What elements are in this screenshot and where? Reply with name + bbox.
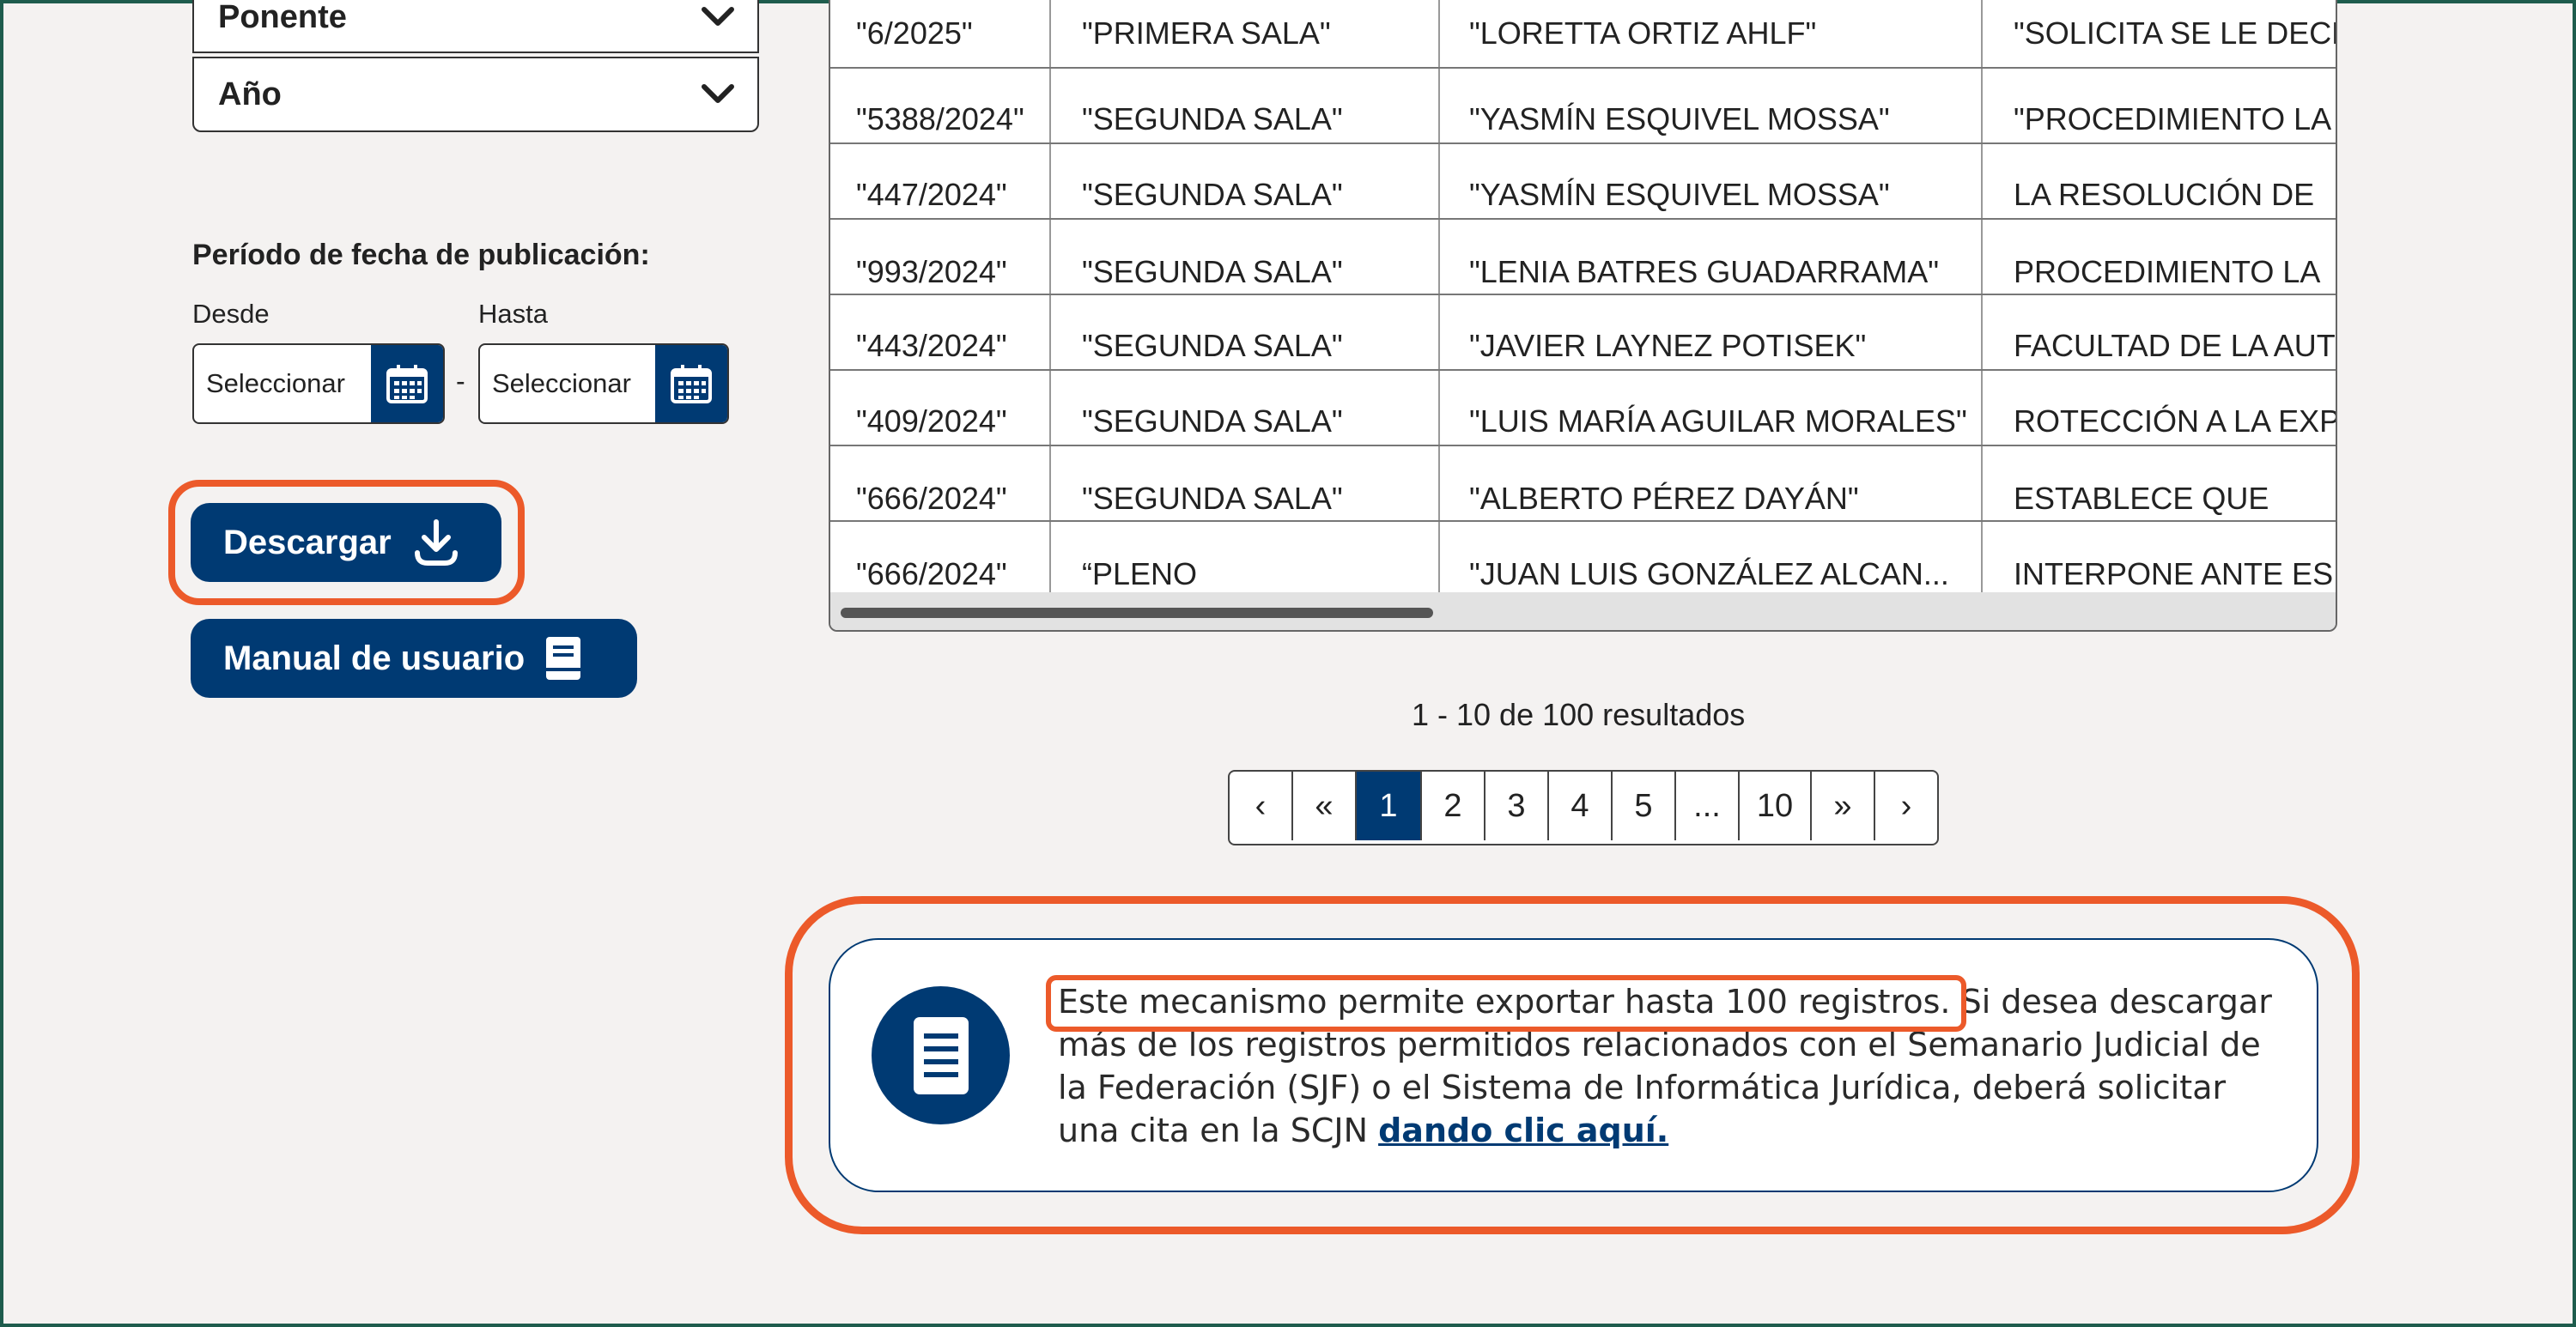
pagination-page-10[interactable]: 10 [1740,772,1812,840]
user-manual-button-label: Manual de usuario [223,639,526,677]
table-row: "409/2024" "SEGUNDA SALA" "LUIS MARÍA AGUI… [830,371,2337,446]
table-cell: "ALBERTO PÉREZ DAYÁN" [1440,446,1983,520]
table-cell: INTERPONE ANTE ES [2014,556,2334,591]
user-manual-button[interactable]: Manual de usuario [191,619,637,698]
results-count: 1 - 10 de 100 resultados [1412,697,1746,732]
table-cell: "LORETTA ORTIZ AHLF" [1440,0,1983,67]
table-cell: "SEGUNDA SALA" [1051,446,1440,520]
ano-dropdown[interactable]: Año [192,57,759,132]
table-cell: PROCEDIMIENTO LA [2014,254,2321,289]
pagination: ‹ « 1 2 3 4 5 ... 10 » › [1228,770,1939,845]
download-button-label: Descargar [223,523,392,561]
download-button[interactable]: Descargar [191,503,501,582]
table-cell: "JAVIER LAYNEZ POTISEK" [1440,295,1983,369]
table-cell: "SEGUNDA SALA" [1051,371,1440,445]
chevron-down-icon [699,76,737,113]
table-cell: "5388/2024" [830,69,1051,142]
table-row: "447/2024" "SEGUNDA SALA" "YASMÍN ESQUIVEL… [830,144,2336,220]
desde-date-picker[interactable]: Seleccionar [192,343,445,424]
pagination-page-5[interactable]: 5 [1613,772,1676,840]
table-cell: "SOLICITA SE LE DECL [2014,15,2337,51]
chevron-down-icon [699,0,737,36]
table-cell: "409/2024" [830,371,1051,445]
publication-period-label: Período de fecha de publicación: [192,239,650,271]
table-cell: "SEGUNDA SALA" [1051,69,1440,142]
scrollbar-thumb[interactable] [841,608,1433,618]
download-icon [412,518,460,567]
desde-label: Desde [192,299,270,329]
pagination-first-button[interactable]: « [1293,772,1357,840]
pagination-page-4[interactable]: 4 [1549,772,1613,840]
table-cell: "443/2024" [830,295,1051,369]
ano-dropdown-label: Año [218,76,282,112]
calendar-icon[interactable] [371,345,443,422]
table-horizontal-scrollbar[interactable] [830,592,2336,630]
results-table[interactable]: "6/2025" "PRIMERA SALA" "LORETTA ORTIZ AHL… [829,0,2337,632]
table-cell: "6/2025" [830,0,1051,67]
pagination-page-3[interactable]: 3 [1485,772,1549,840]
table-cell: "SEGUNDA SALA" [1051,220,1440,294]
info-text-highlight [1046,975,1966,1032]
document-icon [872,986,1010,1124]
table-row: "6/2025" "PRIMERA SALA" "LORETTA ORTIZ AHL… [830,0,2337,69]
table-row: "5388/2024" "SEGUNDA SALA" "YASMÍN ESQUIVE… [830,69,2336,144]
table-row: "666/2024" “PLENO "JUAN LUIS GONZÁLEZ ALCA… [830,522,2336,597]
table-cell: "447/2024" [830,144,1051,218]
table-cell: "JUAN LUIS GONZÁLEZ ALCAN... [1440,522,1983,596]
table-cell: LA RESOLUCIÓN DE [2014,177,2315,212]
table-cell: FACULTAD DE LA AUT [2014,328,2336,363]
table-cell: "YASMÍN ESQUIVEL MOSSA" [1440,69,1983,142]
table-cell: "YASMÍN ESQUIVEL MOSSA" [1440,144,1983,218]
table-cell: "LUIS MARÍA AGUILAR MORALES" [1440,371,1983,445]
request-appointment-link[interactable]: dando clic aquí. [1378,1112,1668,1149]
table-row: "993/2024" "SEGUNDA SALA" "LENIA BATRES GU… [830,220,2336,295]
table-cell: "LENIA BATRES GUADARRAMA" [1440,220,1983,294]
table-cell: "PRIMERA SALA" [1051,0,1440,67]
table-cell: "993/2024" [830,220,1051,294]
table-row: "443/2024" "SEGUNDA SALA" "JAVIER LAYNEZ P… [830,295,2336,371]
table-cell: "666/2024" [830,522,1051,596]
ponente-dropdown[interactable]: Ponente [192,0,759,53]
pagination-prev-button[interactable]: ‹ [1230,772,1293,840]
pagination-last-button[interactable]: » [1812,772,1875,840]
date-range-separator: - [456,366,465,397]
table-cell: "666/2024" [830,446,1051,520]
hasta-date-picker[interactable]: Seleccionar [478,343,729,424]
calendar-icon[interactable] [655,345,727,422]
table-cell: ROTECCIÓN A LA EXP [2014,403,2337,439]
pagination-ellipsis: ... [1676,772,1740,840]
book-icon [544,635,583,682]
pagination-page-1[interactable]: 1 [1357,772,1422,840]
table-cell: "PROCEDIMIENTO LA [2014,101,2332,136]
table-cell: “PLENO [1051,522,1440,596]
hasta-label: Hasta [478,299,548,329]
table-cell: ESTABLECE QUE [2014,481,2269,516]
table-cell: "SEGUNDA SALA" [1051,144,1440,218]
pagination-next-button[interactable]: › [1875,772,1937,840]
hasta-date-input[interactable]: Seleccionar [480,345,655,422]
desde-date-input[interactable]: Seleccionar [194,345,371,422]
table-cell: "SEGUNDA SALA" [1051,295,1440,369]
pagination-page-2[interactable]: 2 [1422,772,1485,840]
ponente-dropdown-label: Ponente [218,0,347,35]
table-row: "666/2024" "SEGUNDA SALA" "ALBERTO PÉREZ D… [830,446,2336,522]
